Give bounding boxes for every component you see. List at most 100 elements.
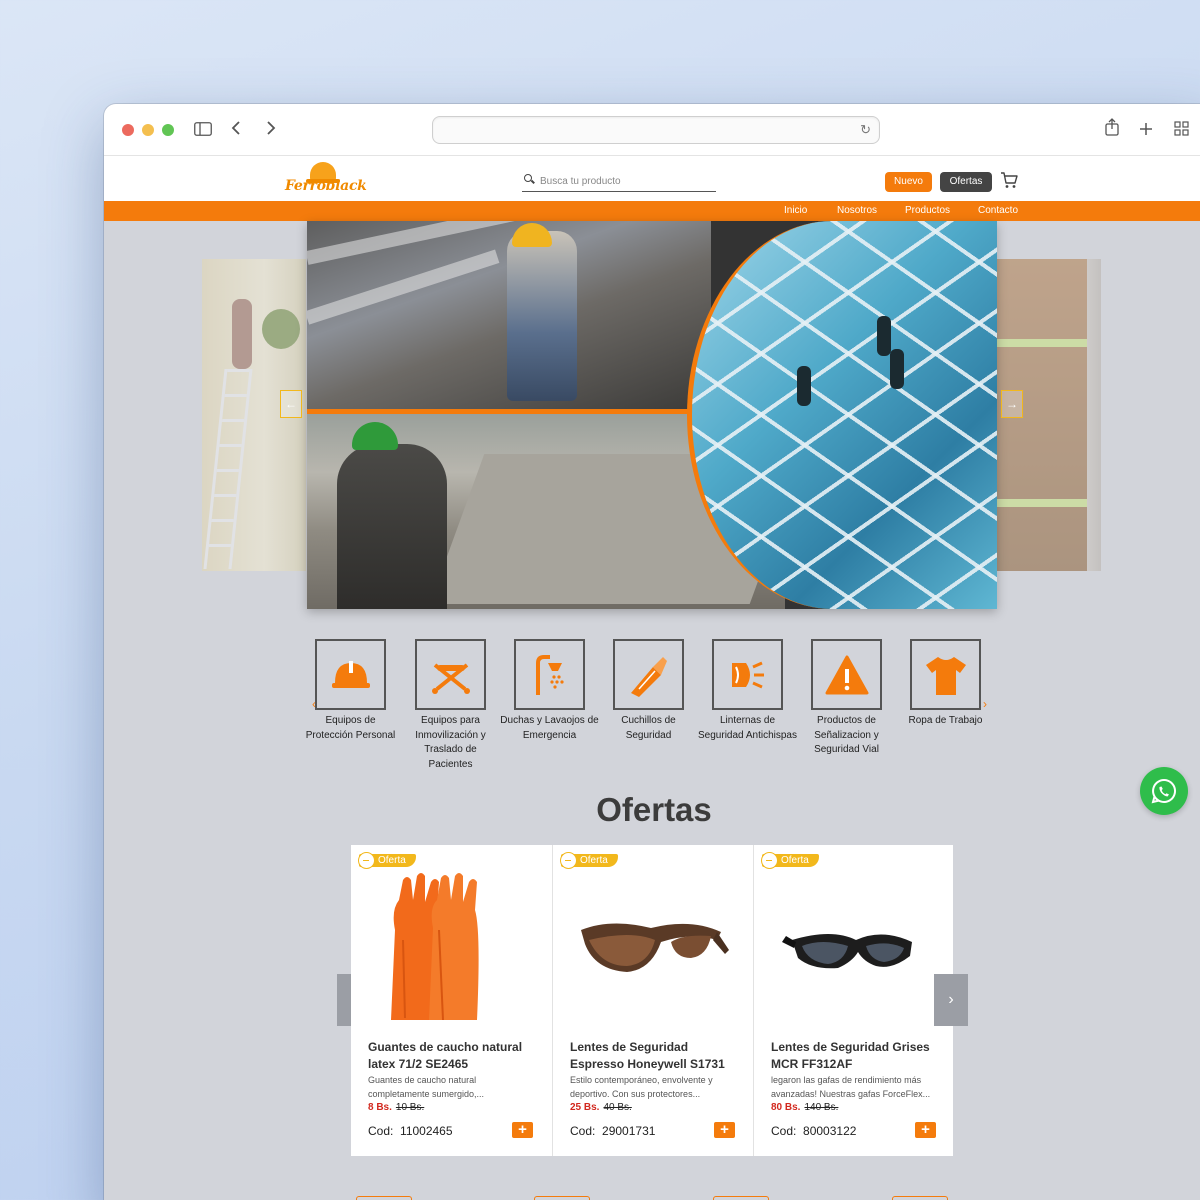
category-item[interactable]: Linternas de Seguridad Antichispas [698, 639, 797, 743]
hero-slide-current[interactable] [307, 221, 997, 609]
product-name[interactable]: Lentes de Seguridad Espresso Honeywell S… [570, 1039, 742, 1073]
shirt-icon [910, 639, 981, 710]
zoom-window-button[interactable] [162, 124, 174, 136]
minus-circle-icon [560, 852, 577, 869]
oferta-badge: Oferta [560, 852, 618, 869]
cart-icon[interactable] [1000, 171, 1018, 189]
oferta-badge: Oferta [761, 852, 819, 869]
search-input[interactable] [540, 173, 710, 189]
shower-icon [514, 639, 585, 710]
share-icon[interactable] [1104, 118, 1120, 142]
main-nav: Inicio Nosotros Productos Contacto [104, 201, 1200, 221]
code-value: 29001731 [602, 1124, 656, 1138]
original-price: 40 Bs. [603, 1102, 632, 1113]
ofertas-button[interactable]: Ofertas [940, 172, 992, 192]
product-card[interactable]: Oferta Lentes de Seguridad Espresso Hone… [552, 845, 752, 1156]
section-tab[interactable] [356, 1196, 412, 1200]
section-tab[interactable] [713, 1196, 769, 1200]
original-price: 140 Bs. [804, 1102, 839, 1113]
person-image [232, 299, 252, 369]
new-tab-icon[interactable] [1139, 118, 1153, 142]
product-image-black-glasses[interactable] [772, 870, 937, 1028]
product-price: 8 Bs. 10 Bs. [368, 1102, 424, 1113]
product-name[interactable]: Lentes de Seguridad Grises MCR FF312AF [771, 1039, 943, 1073]
product-card[interactable]: Oferta Guantes de caucho natural latex 7… [351, 845, 551, 1156]
climber-image [797, 366, 811, 406]
back-icon[interactable] [231, 118, 241, 142]
product-image-brown-glasses[interactable] [571, 870, 736, 1028]
nav-item-nosotros[interactable]: Nosotros [837, 205, 877, 216]
product-card[interactable]: Oferta Lentes de Seguridad Grises MCR FF… [753, 845, 953, 1156]
worker-image [337, 444, 447, 609]
category-next-icon[interactable]: › [983, 697, 987, 711]
product-description: legaron las gafas de rendimiento más ava… [771, 1075, 931, 1099]
nav-item-inicio[interactable]: Inicio [784, 205, 807, 216]
code-label: Cod: [368, 1124, 394, 1138]
code-label: Cod: [771, 1124, 797, 1138]
product-price: 80 Bs. 140 Bs. [771, 1102, 838, 1113]
category-label: Equipos para Inmovilización y Traslado d… [415, 715, 486, 770]
site-logo[interactable]: Ferroblack [282, 160, 372, 200]
reload-icon[interactable]: ↻ [860, 122, 871, 138]
worker-image [507, 231, 577, 401]
whatsapp-button[interactable] [1140, 767, 1188, 815]
browser-window: ↻ Ferroblack Nuevo Ofertas Inicio Nosotr… [104, 104, 1200, 1200]
category-label: Equipos de Protección Personal [305, 715, 396, 741]
ladder-image [203, 369, 253, 569]
yellow-helmet [512, 223, 552, 247]
search-bar [522, 172, 716, 192]
flashlight-icon [712, 639, 783, 710]
add-to-cart-button[interactable]: + [915, 1122, 936, 1138]
category-label: Duchas y Lavaojos de Emergencia [500, 715, 599, 741]
code-value: 11002465 [400, 1124, 453, 1138]
sidebar-icon[interactable] [194, 118, 212, 142]
hero-image-glass-dome [687, 221, 997, 609]
badge-label: Oferta [378, 855, 406, 866]
category-label: Ropa de Trabajo [908, 715, 983, 726]
original-price: 10 Bs. [395, 1102, 425, 1113]
category-item[interactable]: Equipos de Protección Personal [301, 639, 400, 743]
badge-label: Oferta [781, 855, 809, 866]
sale-price: 80 Bs. [771, 1102, 801, 1113]
product-code: Cod: 11002465 [368, 1124, 453, 1138]
climber-image [877, 316, 891, 356]
forward-icon[interactable] [266, 118, 276, 142]
category-label: Linternas de Seguridad Antichispas [698, 715, 797, 741]
hero-next-button[interactable]: → [1001, 390, 1023, 418]
minimize-window-button[interactable] [142, 124, 154, 136]
address-bar[interactable]: ↻ [432, 116, 880, 144]
product-carousel: Oferta Guantes de caucho natural latex 7… [351, 845, 953, 1156]
plant-image [262, 309, 300, 349]
products-next-button[interactable]: › [934, 974, 968, 1026]
nav-item-productos[interactable]: Productos [905, 205, 950, 216]
site-header: Ferroblack Nuevo Ofertas [104, 156, 1200, 201]
product-name[interactable]: Guantes de caucho natural latex 71/2 SE2… [368, 1039, 540, 1073]
product-code: Cod: 29001731 [570, 1124, 655, 1138]
sale-price: 25 Bs. [570, 1102, 600, 1113]
section-tab[interactable] [892, 1196, 948, 1200]
category-item[interactable]: Productos de Señalizacion y Seguridad Vi… [797, 639, 896, 758]
product-image-gloves[interactable] [369, 870, 534, 1028]
reflective-stripe [997, 339, 1087, 347]
stretcher-icon [415, 639, 486, 710]
nav-item-contacto[interactable]: Contacto [978, 205, 1018, 216]
add-to-cart-button[interactable]: + [714, 1122, 735, 1138]
category-item[interactable]: Equipos para Inmovilización y Traslado d… [401, 639, 500, 772]
category-item[interactable]: Ropa de Trabajo [896, 639, 995, 729]
search-icon[interactable] [524, 174, 534, 184]
hero-prev-button[interactable]: ← [280, 390, 302, 418]
category-item[interactable]: Cuchillos de Seguridad [599, 639, 698, 743]
hero-image-worker-heights [307, 221, 711, 411]
close-window-button[interactable] [122, 124, 134, 136]
add-to-cart-button[interactable]: + [512, 1122, 533, 1138]
reflective-stripe [997, 499, 1087, 507]
category-item[interactable]: Duchas y Lavaojos de Emergencia [500, 639, 599, 743]
tab-overview-icon[interactable] [1174, 118, 1189, 142]
section-tab[interactable] [534, 1196, 590, 1200]
dome-grid [692, 221, 997, 609]
category-carousel: ‹ Equipos de Protección Personal Equipos… [304, 639, 994, 779]
badge-label: Oferta [580, 855, 608, 866]
ofertas-heading: Ofertas [596, 791, 712, 828]
product-description: Guantes de caucho natural completamente … [368, 1075, 485, 1099]
nuevo-button[interactable]: Nuevo [885, 172, 932, 192]
